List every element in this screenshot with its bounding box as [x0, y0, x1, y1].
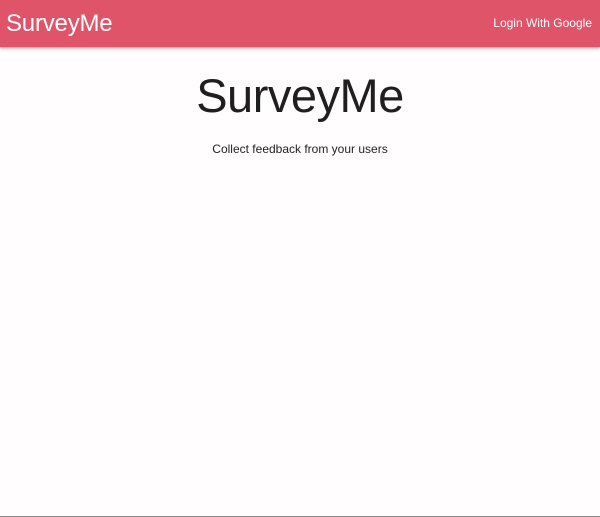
brand-logo-link[interactable]: SurveyMe: [6, 0, 113, 47]
hero-section: SurveyMe Collect feedback from your user…: [0, 64, 600, 157]
login-with-google-link[interactable]: Login With Google: [493, 0, 592, 47]
hero-title: SurveyMe: [196, 69, 404, 122]
hero-subtitle: Collect feedback from your users: [212, 142, 388, 156]
landing-page: SurveyMe Login With Google SurveyMe Coll…: [0, 0, 600, 517]
top-navbar: SurveyMe Login With Google: [0, 0, 600, 47]
